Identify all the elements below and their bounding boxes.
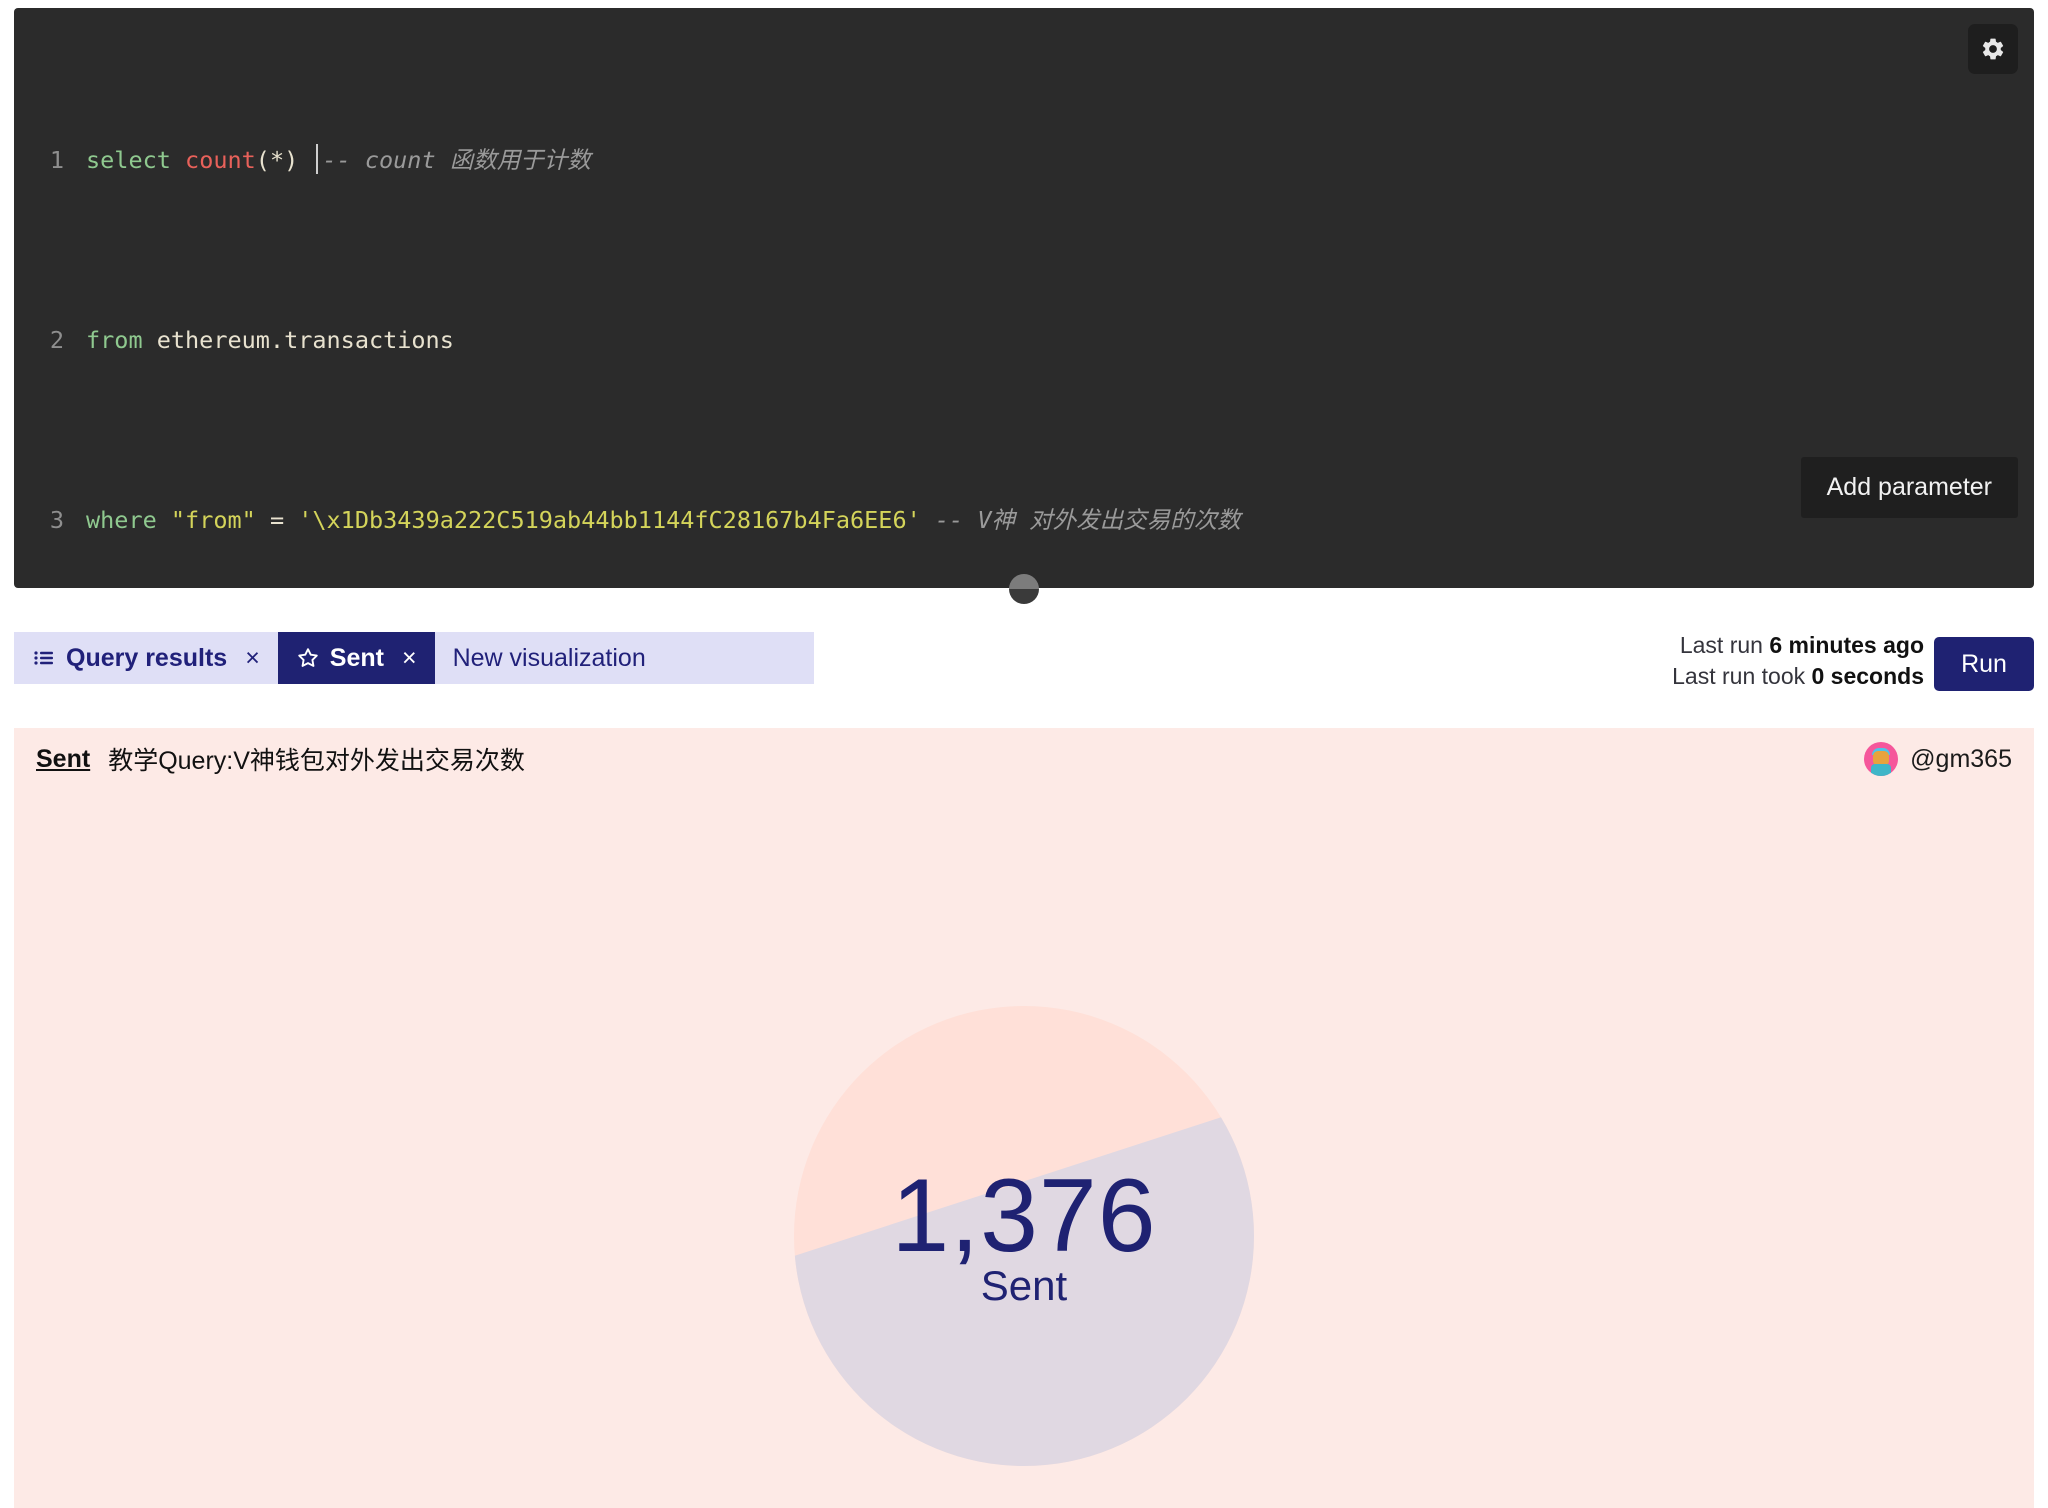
sql-comment-line1: -- count 函数用于计数 bbox=[322, 146, 590, 174]
counter-value: 1,376 bbox=[891, 1164, 1156, 1268]
tab-sent[interactable]: Sent × bbox=[278, 632, 435, 684]
list-icon bbox=[32, 646, 56, 670]
line-number: 1 bbox=[14, 138, 86, 183]
visualization-title-text: 教学Query:V神钱包对外发出交易次数 bbox=[108, 741, 525, 777]
star-icon bbox=[296, 646, 320, 670]
last-run-took-line: Last run took 0 seconds bbox=[1672, 661, 1924, 692]
gear-icon bbox=[1980, 36, 2006, 62]
space bbox=[171, 146, 185, 174]
avatar-body bbox=[1871, 764, 1891, 776]
sql-string-address: '\x1Db3439a222C519ab44bb1144fC28167b4Fa6… bbox=[298, 506, 921, 534]
avatar bbox=[1864, 742, 1898, 776]
took-value: 0 seconds bbox=[1812, 663, 1925, 689]
sql-function-count: count bbox=[185, 146, 256, 174]
last-run-line: Last run 6 minutes ago bbox=[1672, 630, 1924, 661]
sql-keyword-where: where bbox=[86, 506, 157, 534]
code-area[interactable]: 1select count(*) -- count 函数用于计数 2from e… bbox=[14, 48, 2034, 588]
sql-keyword-from: from bbox=[86, 326, 143, 354]
took-prefix: Last run took bbox=[1672, 663, 1811, 689]
author-handle: @gm365 bbox=[1910, 745, 2012, 774]
tab-close-icon[interactable]: × bbox=[245, 644, 260, 673]
sql-editor[interactable]: 1select count(*) -- count 函数用于计数 2from e… bbox=[14, 8, 2034, 588]
visualization-header: Sent 教学Query:V神钱包对外发出交易次数 @gm365 bbox=[14, 728, 2034, 790]
tab-query-results[interactable]: Query results × bbox=[14, 632, 278, 684]
tab-close-icon[interactable]: × bbox=[402, 644, 417, 673]
avatar-face bbox=[1873, 751, 1889, 765]
add-parameter-button[interactable]: Add parameter bbox=[1801, 457, 2018, 518]
visualization-tabbar: Query results × Sent × New visualization bbox=[14, 632, 814, 684]
tab-label: Query results bbox=[66, 644, 227, 673]
visualization-author[interactable]: @gm365 bbox=[1864, 742, 2012, 776]
line-number: 3 bbox=[14, 498, 86, 543]
space bbox=[298, 146, 312, 174]
editor-settings-button[interactable] bbox=[1968, 24, 2018, 74]
last-run-value: 6 minutes ago bbox=[1769, 632, 1924, 658]
sql-comment-line3: -- V神 对外发出交易的次数 bbox=[921, 506, 1241, 534]
code-line-3: 3where "from" = '\x1Db3439a222C519ab44bb… bbox=[14, 498, 2034, 543]
tab-new-visualization[interactable]: New visualization bbox=[435, 632, 664, 684]
run-metadata: Last run 6 minutes ago Last run took 0 s… bbox=[1672, 630, 1924, 692]
counter-chart: 1,376 Sent bbox=[794, 1006, 1254, 1466]
visualization-title-link[interactable]: Sent bbox=[36, 745, 90, 774]
counter-circle: 1,376 Sent bbox=[794, 1006, 1254, 1466]
sql-column-from: "from" bbox=[157, 506, 270, 534]
last-run-prefix: Last run bbox=[1680, 632, 1770, 658]
tab-label: New visualization bbox=[453, 644, 646, 673]
text-cursor bbox=[316, 144, 318, 174]
visualization-panel: Sent 教学Query:V神钱包对外发出交易次数 @gm365 1,376 S… bbox=[14, 728, 2034, 1508]
code-line-1: 1select count(*) -- count 函数用于计数 bbox=[14, 138, 2034, 183]
sql-table-name: ethereum.transactions bbox=[143, 326, 454, 354]
sql-keyword-select: select bbox=[86, 146, 171, 174]
counter-text: 1,376 Sent bbox=[794, 1006, 1254, 1466]
line-number: 2 bbox=[14, 318, 86, 363]
counter-label: Sent bbox=[981, 1264, 1067, 1308]
editor-resize-handle[interactable] bbox=[1009, 574, 1039, 604]
code-line-2: 2from ethereum.transactions bbox=[14, 318, 2034, 363]
run-button[interactable]: Run bbox=[1934, 637, 2034, 691]
sql-operator: = bbox=[270, 506, 298, 534]
sql-parens: (*) bbox=[256, 146, 298, 174]
tab-label: Sent bbox=[330, 644, 384, 673]
